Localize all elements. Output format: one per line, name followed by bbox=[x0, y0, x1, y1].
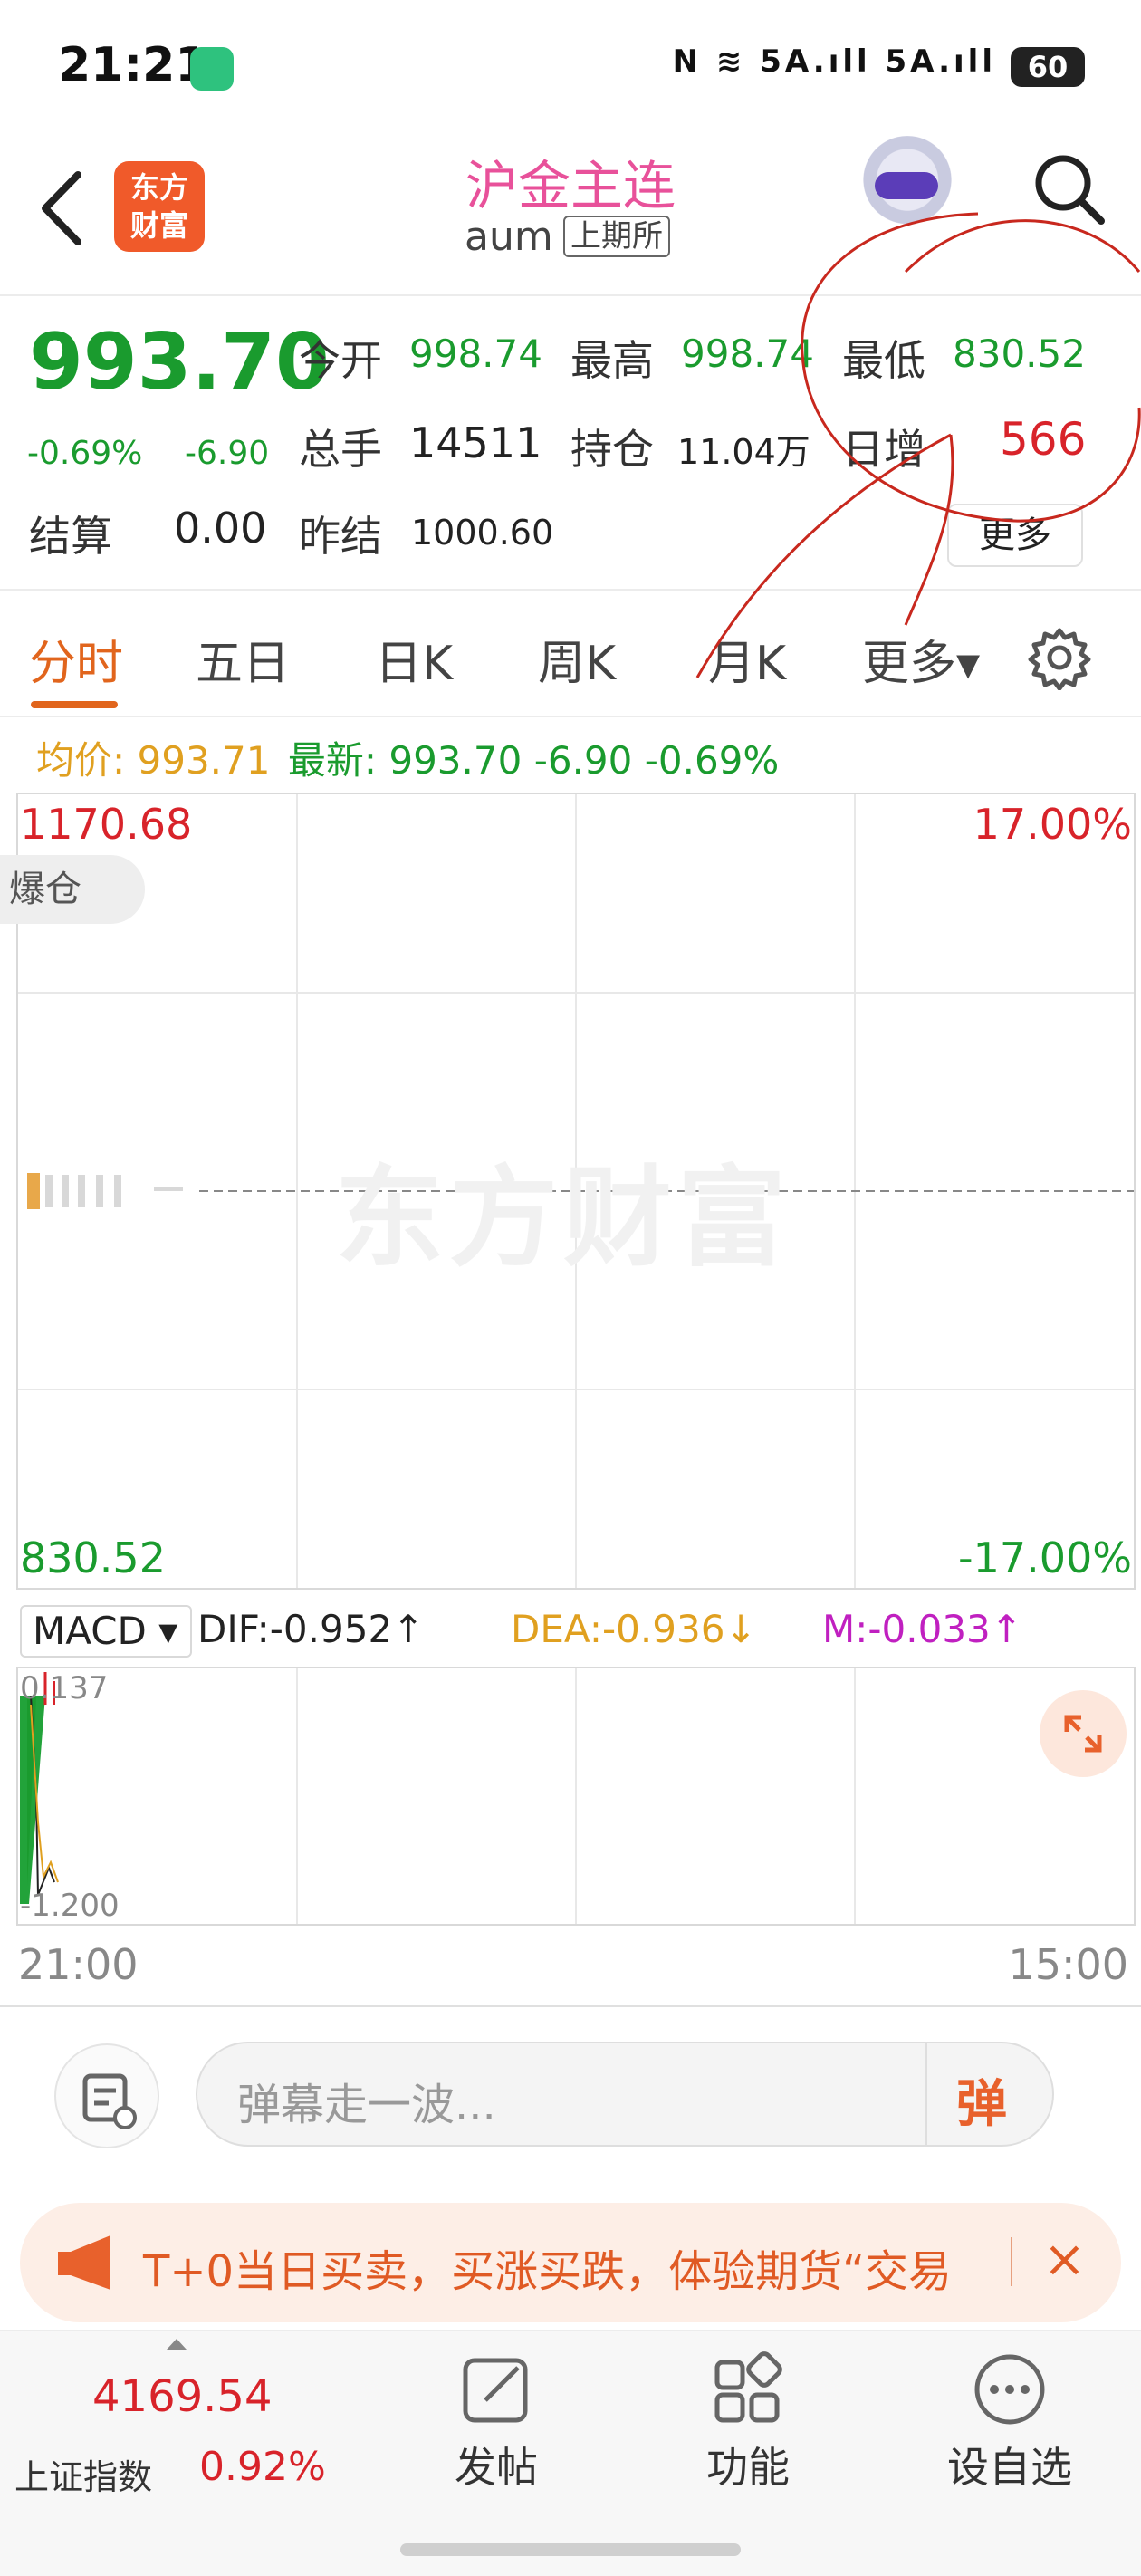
daily-increase-value: 566 bbox=[1000, 413, 1087, 466]
status-time: 21:21 bbox=[58, 38, 208, 92]
open-label: 今开 bbox=[299, 336, 382, 385]
volume-value: 14511 bbox=[409, 418, 542, 467]
promo-close-button[interactable]: × bbox=[1043, 2230, 1086, 2289]
low-label: 最低 bbox=[842, 336, 925, 385]
gear-icon bbox=[1028, 628, 1091, 691]
index-value[interactable]: 4169.54 bbox=[92, 2371, 273, 2422]
assistant-avatar[interactable] bbox=[858, 136, 956, 234]
settle-value: 0.00 bbox=[174, 504, 267, 553]
features-label: 功能 bbox=[706, 2443, 790, 2492]
watchlist-label: 设自选 bbox=[947, 2443, 1072, 2492]
page-title: 沪金主连 bbox=[465, 155, 676, 216]
danmu-settings-button[interactable] bbox=[54, 2043, 159, 2148]
quote-more-button[interactable]: 更多 bbox=[947, 504, 1083, 567]
chart-min-price: 830.52 bbox=[20, 1533, 166, 1582]
tab-monthly-k[interactable]: 月K bbox=[708, 625, 786, 693]
contract-code: aum bbox=[465, 214, 553, 260]
more-dots-icon bbox=[974, 2354, 1045, 2425]
search-icon bbox=[1035, 155, 1105, 225]
active-tab-indicator bbox=[31, 701, 118, 708]
chart-info-line: 均价: 993.71 最新: 993.70 -6.90 -0.69% bbox=[36, 730, 779, 785]
chart-watermark: 东方财富 bbox=[335, 1156, 791, 1282]
macd-chart[interactable]: 0.137 -1.200 bbox=[16, 1667, 1136, 1926]
macd-bottom-value: -1.200 bbox=[20, 1888, 120, 1924]
danmu-settings-icon bbox=[82, 2073, 137, 2129]
change-value: -6.90 bbox=[185, 435, 270, 472]
tab-intraday[interactable]: 分时 bbox=[29, 625, 123, 693]
period-tabs: 分时 五日 日K 周K 月K 更多▾ bbox=[0, 598, 1141, 716]
macd-top-value: 0.137 bbox=[20, 1670, 109, 1706]
danmu-send-button[interactable]: 弹 bbox=[956, 2063, 1007, 2137]
avg-label: 均价: bbox=[36, 738, 126, 783]
change-percent: -0.69% bbox=[27, 435, 143, 472]
high-value: 998.74 bbox=[681, 332, 814, 376]
chart-min-pct: -17.00% bbox=[958, 1533, 1132, 1582]
high-label: 最高 bbox=[570, 336, 654, 385]
avg-price: 993.71 bbox=[137, 738, 271, 783]
intraday-chart[interactable]: 东方财富 1170.68 17.00% 830.52 -17.00% bbox=[16, 793, 1136, 1590]
post-button[interactable]: 发帖 bbox=[442, 2350, 551, 2531]
open-interest-value: 11.04万 bbox=[677, 432, 810, 472]
home-indicator[interactable] bbox=[400, 2543, 741, 2556]
grid-apps-icon bbox=[714, 2351, 782, 2423]
search-button[interactable] bbox=[1031, 150, 1107, 226]
prev-settle-label: 昨结 bbox=[299, 512, 382, 561]
last-price: 993.70 bbox=[29, 317, 330, 408]
promo-banner[interactable]: T+0当日买卖，买涨买跌，体验期货“交易 × bbox=[20, 2203, 1121, 2322]
settle-label: 结算 bbox=[29, 512, 112, 561]
exchange-badge: 上期所 bbox=[563, 216, 670, 257]
latest-pct: -0.69% bbox=[644, 738, 780, 783]
macd-grid bbox=[20, 1668, 856, 1924]
megaphone-icon bbox=[58, 2235, 110, 2290]
promo-text: T+0当日买卖，买涨买跌，体验期货“交易 bbox=[143, 2246, 952, 2297]
macd-m: M:-0.033↑ bbox=[822, 1607, 1022, 1651]
tab-five-day[interactable]: 五日 bbox=[196, 625, 290, 693]
low-value: 830.52 bbox=[953, 332, 1086, 376]
danmu-input[interactable]: 弹幕走一波... 弹 bbox=[196, 2042, 1054, 2147]
prev-settle-value: 1000.60 bbox=[411, 513, 554, 553]
liquidation-badge[interactable]: 爆仓 bbox=[0, 855, 145, 924]
open-value: 998.74 bbox=[409, 332, 542, 376]
battery-icon: 60 bbox=[1011, 47, 1085, 87]
caret-up-icon bbox=[167, 2339, 187, 2350]
post-label: 发帖 bbox=[455, 2443, 538, 2492]
network-icons: N ≋ 5A.ıll 5A.ıll bbox=[672, 43, 996, 80]
chart-max-pct: 17.00% bbox=[973, 800, 1132, 849]
add-watchlist-button[interactable]: 设自选 bbox=[933, 2350, 1087, 2531]
fullscreen-button[interactable] bbox=[1040, 1690, 1127, 1777]
daily-increase-label: 日增 bbox=[842, 425, 925, 474]
macd-dea: DEA:-0.936↓ bbox=[511, 1607, 757, 1651]
chart-settings-button[interactable] bbox=[1027, 625, 1092, 691]
latest-label: 最新: bbox=[287, 738, 377, 783]
index-pct[interactable]: 0.92% bbox=[199, 2444, 326, 2490]
app-notification-icon bbox=[190, 47, 234, 91]
tab-daily-k[interactable]: 日K bbox=[375, 625, 453, 693]
index-name[interactable]: 上证指数 bbox=[14, 2449, 152, 2499]
macd-dif: DIF:-0.952↑ bbox=[197, 1607, 425, 1651]
volume-label: 总手 bbox=[299, 425, 382, 474]
open-interest-label: 持仓 bbox=[570, 425, 654, 474]
time-axis-start: 21:00 bbox=[18, 1940, 139, 1989]
features-button[interactable]: 功能 bbox=[694, 2350, 802, 2531]
bottom-toolbar: 4169.54 上证指数 0.92% 发帖 功能 设自选 bbox=[0, 2330, 1141, 2576]
indicator-select[interactable]: MACD ▾ bbox=[20, 1605, 192, 1658]
time-axis-end: 15:00 bbox=[1008, 1940, 1128, 1989]
tab-more[interactable]: 更多▾ bbox=[862, 625, 980, 693]
latest-change: -6.90 bbox=[533, 738, 633, 783]
tab-weekly-k[interactable]: 周K bbox=[538, 625, 616, 693]
status-bar: 21:21 N ≋ 5A.ıll 5A.ıll 60 bbox=[0, 0, 1141, 136]
latest-price: 993.70 bbox=[388, 738, 523, 783]
edit-icon bbox=[463, 2358, 528, 2423]
expand-icon bbox=[1064, 1715, 1102, 1753]
chart-max-price: 1170.68 bbox=[20, 800, 193, 849]
danmu-placeholder: 弹幕走一波... bbox=[237, 2080, 496, 2130]
